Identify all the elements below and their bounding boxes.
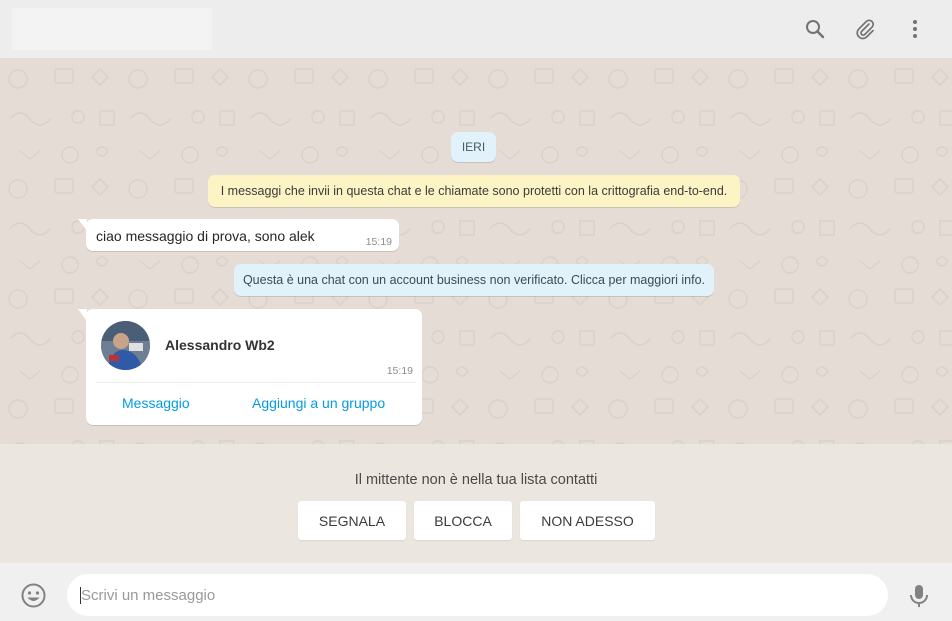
- date-separator: IERI: [451, 132, 496, 162]
- not-now-button[interactable]: NON ADESSO: [520, 501, 655, 540]
- microphone-icon[interactable]: [907, 583, 931, 609]
- incoming-message[interactable]: ciao messaggio di prova, sono alek 15:19: [78, 219, 399, 251]
- composer-bar: [0, 563, 952, 621]
- message-text: ciao messaggio di prova, sono alek: [96, 228, 315, 244]
- block-button[interactable]: BLOCCA: [414, 501, 512, 540]
- bubble-tail: [78, 219, 87, 231]
- chat-header: [0, 0, 952, 59]
- divider: [96, 382, 416, 383]
- message-time: 15:19: [365, 236, 392, 248]
- unknown-sender-text: Il mittente non è nella tua lista contat…: [354, 472, 598, 488]
- message-input[interactable]: [67, 574, 888, 616]
- chat-area[interactable]: IERI I messaggi che invii in questa chat…: [0, 59, 952, 444]
- text-caret: [80, 587, 81, 604]
- menu-icon[interactable]: [902, 16, 928, 42]
- unknown-sender-panel: Il mittente non è nella tua lista contat…: [0, 444, 952, 563]
- encryption-notice[interactable]: I messaggi che invii in questa chat e le…: [208, 175, 740, 207]
- search-icon[interactable]: [802, 16, 828, 42]
- attach-icon[interactable]: [852, 16, 878, 42]
- contact-card-message[interactable]: Alessandro Wb2 15:19 Messaggio Aggiungi …: [78, 309, 422, 425]
- message-time: 15:19: [386, 365, 413, 377]
- emoji-icon[interactable]: [20, 582, 47, 609]
- avatar[interactable]: [101, 321, 150, 370]
- bubble-tail: [78, 309, 87, 321]
- report-button[interactable]: SEGNALA: [298, 501, 406, 540]
- add-to-group-button[interactable]: Aggiungi a un gruppo: [252, 395, 385, 411]
- business-account-notice[interactable]: Questa è una chat con un account busines…: [234, 264, 714, 296]
- contact-name: Alessandro Wb2: [165, 337, 275, 353]
- message-contact-button[interactable]: Messaggio: [122, 395, 190, 411]
- contact-header-placeholder[interactable]: [12, 8, 212, 50]
